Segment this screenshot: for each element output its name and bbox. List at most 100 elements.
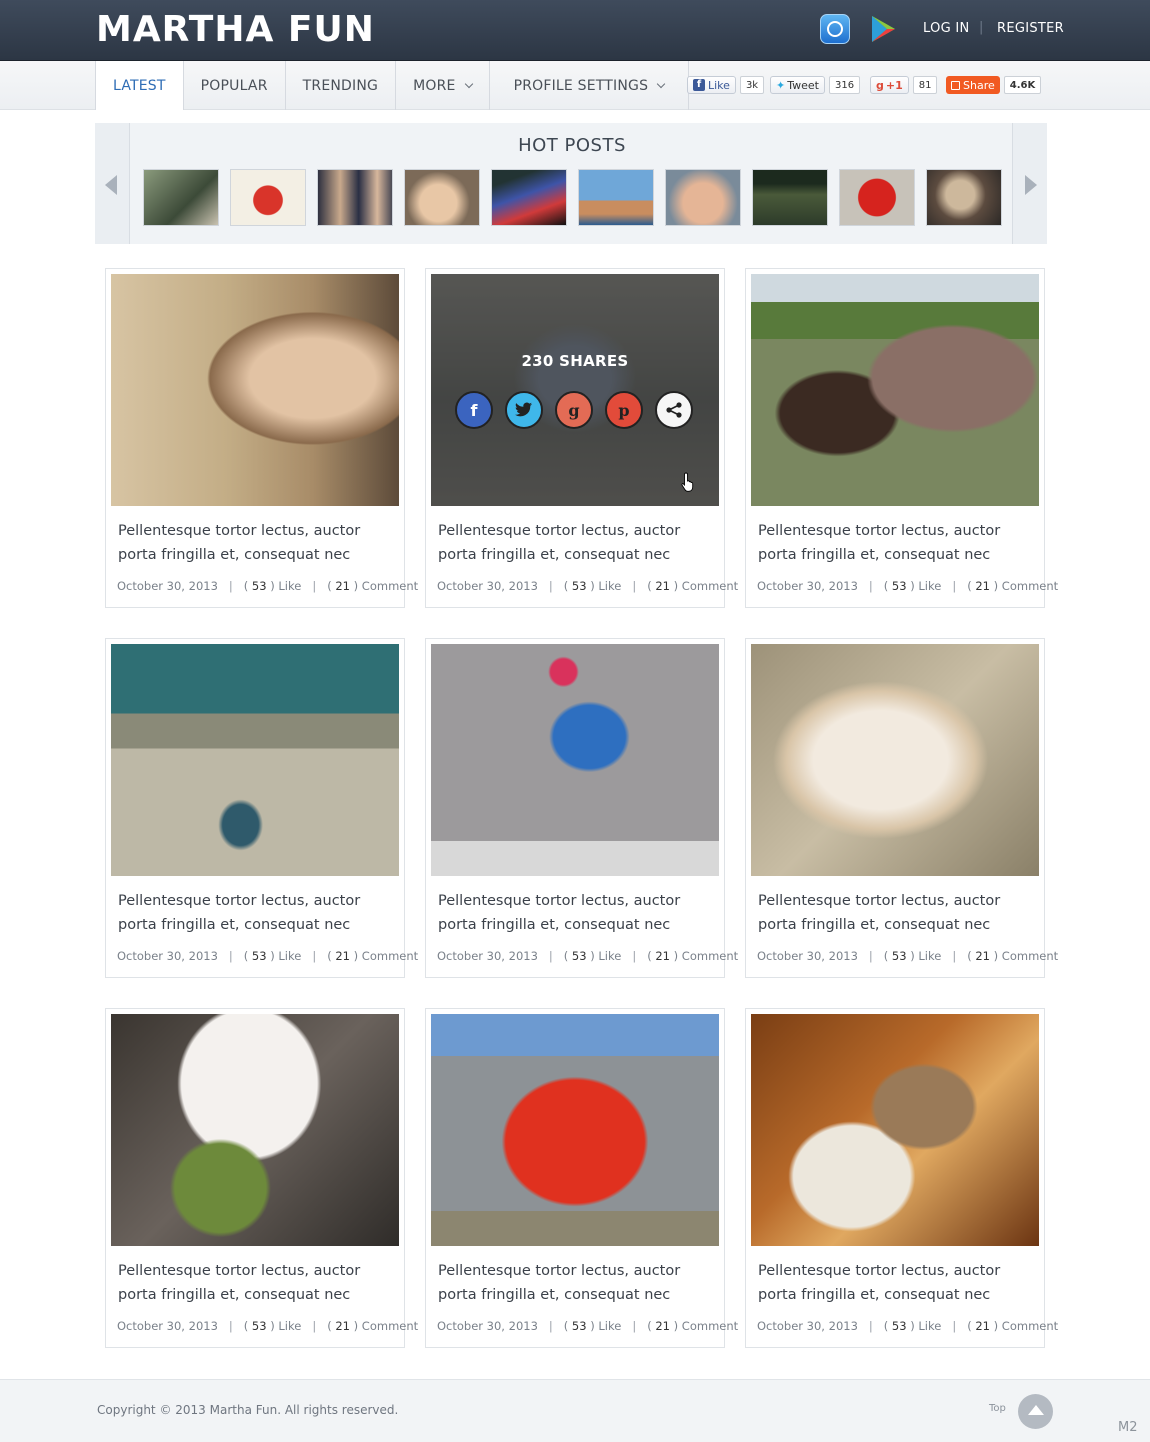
- app-store-icon[interactable]: [820, 14, 850, 44]
- comment-link[interactable]: Comment: [1002, 949, 1058, 963]
- post-card[interactable]: Pellentesque tortor lectus, auctor porta…: [425, 638, 738, 978]
- like-link[interactable]: Like: [598, 1319, 621, 1333]
- post-title[interactable]: Pellentesque tortor lectus, auctor porta…: [118, 1259, 394, 1307]
- post-date: October 30, 2013: [117, 1319, 218, 1333]
- like-link[interactable]: Like: [918, 949, 941, 963]
- post-card[interactable]: Pellentesque tortor lectus, auctor porta…: [425, 1008, 738, 1348]
- gplus-button[interactable]: g +1: [870, 76, 909, 94]
- post-image[interactable]: [751, 274, 1039, 506]
- chevron-down-icon: [464, 79, 473, 88]
- post-image[interactable]: [751, 1014, 1039, 1246]
- comment-link[interactable]: Comment: [362, 1319, 418, 1333]
- hot-post-thumb[interactable]: [404, 169, 480, 226]
- like-link[interactable]: Like: [598, 949, 621, 963]
- post-card[interactable]: Pellentesque tortor lectus, auctor porta…: [105, 268, 418, 608]
- post-card[interactable]: Pellentesque tortor lectus, auctor porta…: [105, 1008, 418, 1348]
- post-title[interactable]: Pellentesque tortor lectus, auctor porta…: [758, 889, 1034, 937]
- like-link[interactable]: Like: [278, 579, 301, 593]
- facebook-like-button[interactable]: f Like: [687, 76, 736, 94]
- post-image[interactable]: [111, 644, 399, 876]
- post-image[interactable]: [111, 274, 399, 506]
- hot-post-thumb[interactable]: [491, 169, 567, 226]
- post-card[interactable]: Pellentesque tortor lectus, auctor porta…: [745, 638, 1058, 978]
- like-link[interactable]: Like: [918, 579, 941, 593]
- shares-count-label: 230 SHARES: [521, 352, 629, 370]
- nav-more[interactable]: MORE: [396, 61, 490, 110]
- post-card[interactable]: Pellentesque tortor lectus, auctor porta…: [105, 638, 418, 978]
- comment-count: 21: [655, 1319, 670, 1333]
- hot-posts-thumbnails: [143, 169, 1002, 226]
- post-card[interactable]: Pellentesque tortor lectus, auctor porta…: [745, 268, 1058, 608]
- post-title[interactable]: Pellentesque tortor lectus, auctor porta…: [438, 889, 714, 937]
- hot-post-thumb[interactable]: [839, 169, 915, 226]
- post-title[interactable]: Pellentesque tortor lectus, auctor porta…: [438, 519, 714, 567]
- post-title[interactable]: Pellentesque tortor lectus, auctor porta…: [118, 889, 394, 937]
- tweet-button[interactable]: ✦ Tweet: [770, 76, 825, 94]
- comment-link[interactable]: Comment: [362, 949, 418, 963]
- like-link[interactable]: Like: [598, 579, 621, 593]
- nav-latest[interactable]: LATEST: [96, 61, 184, 110]
- google-plus-icon[interactable]: g: [555, 391, 593, 429]
- gplus-widget[interactable]: g +1 81: [870, 76, 938, 94]
- carousel-prev-icon[interactable]: [105, 175, 117, 195]
- post-card[interactable]: 230 SHARES f g p Pellentesque tortor lec…: [425, 268, 738, 608]
- post-image[interactable]: [431, 1014, 719, 1246]
- comment-link[interactable]: Comment: [362, 579, 418, 593]
- like-link[interactable]: Like: [278, 949, 301, 963]
- like-link[interactable]: Like: [278, 1319, 301, 1333]
- post-card[interactable]: Pellentesque tortor lectus, auctor porta…: [745, 1008, 1058, 1348]
- post-image[interactable]: [111, 1014, 399, 1246]
- post-image[interactable]: 230 SHARES f g p: [431, 274, 719, 506]
- nav-trending[interactable]: TRENDING: [286, 61, 397, 110]
- post-title[interactable]: Pellentesque tortor lectus, auctor porta…: [758, 519, 1034, 567]
- auth-separator: |: [979, 20, 984, 35]
- hot-post-thumb[interactable]: [317, 169, 393, 226]
- hot-post-thumb[interactable]: [230, 169, 306, 226]
- tweet-widget[interactable]: ✦ Tweet 316: [770, 76, 861, 94]
- hot-post-thumb[interactable]: [578, 169, 654, 226]
- post-image[interactable]: [431, 644, 719, 876]
- like-count: 53: [891, 579, 907, 593]
- site-logo[interactable]: MARTHA FUN: [96, 10, 375, 50]
- login-link[interactable]: LOG IN: [923, 21, 970, 36]
- hot-posts-track: HOT POSTS: [129, 123, 1013, 244]
- comment-count: 21: [655, 949, 670, 963]
- share-icon[interactable]: [655, 391, 693, 429]
- share-button[interactable]: Share: [946, 76, 1000, 94]
- tweet-count: 316: [828, 76, 861, 94]
- carousel-next-icon[interactable]: [1025, 175, 1037, 195]
- like-link[interactable]: Like: [918, 1319, 941, 1333]
- post-title[interactable]: Pellentesque tortor lectus, auctor porta…: [758, 1259, 1034, 1307]
- google-play-icon[interactable]: [868, 14, 898, 44]
- comment-link[interactable]: Comment: [682, 579, 738, 593]
- nav-profile-settings[interactable]: PROFILE SETTINGS: [490, 61, 690, 110]
- twitter-icon[interactable]: [505, 391, 543, 429]
- share-widget[interactable]: Share 4.6K: [946, 76, 1042, 94]
- top-header: MARTHA FUN LOG IN | REGISTER: [0, 0, 1150, 61]
- copyright-text: Copyright © 2013 Martha Fun. All rights …: [97, 1403, 399, 1417]
- pinterest-icon[interactable]: p: [605, 391, 643, 429]
- facebook-like-widget[interactable]: f Like 3k: [687, 76, 765, 94]
- comment-count: 21: [975, 1319, 990, 1333]
- hot-post-thumb[interactable]: [926, 169, 1002, 226]
- post-title[interactable]: Pellentesque tortor lectus, auctor porta…: [118, 519, 394, 567]
- comment-link[interactable]: Comment: [1002, 579, 1058, 593]
- back-to-top-label[interactable]: Top: [989, 1403, 1006, 1414]
- like-count: 53: [571, 949, 587, 963]
- register-link[interactable]: REGISTER: [997, 21, 1064, 36]
- comment-count: 21: [335, 949, 350, 963]
- hot-post-thumb[interactable]: [143, 169, 219, 226]
- comment-link[interactable]: Comment: [682, 949, 738, 963]
- post-date: October 30, 2013: [757, 1319, 858, 1333]
- nav-popular[interactable]: POPULAR: [184, 61, 286, 110]
- back-to-top-icon[interactable]: [1018, 1394, 1053, 1429]
- hot-post-thumb[interactable]: [665, 169, 741, 226]
- comment-link[interactable]: Comment: [682, 1319, 738, 1333]
- post-image[interactable]: [751, 644, 1039, 876]
- comment-link[interactable]: Comment: [1002, 1319, 1058, 1333]
- chevron-down-icon: [656, 79, 666, 88]
- post-title[interactable]: Pellentesque tortor lectus, auctor porta…: [438, 1259, 714, 1307]
- post-meta: October 30, 2013 |( 53 ) Like |( 21 ) Comm…: [117, 949, 419, 963]
- hot-post-thumb[interactable]: [752, 169, 828, 226]
- facebook-icon[interactable]: f: [455, 391, 493, 429]
